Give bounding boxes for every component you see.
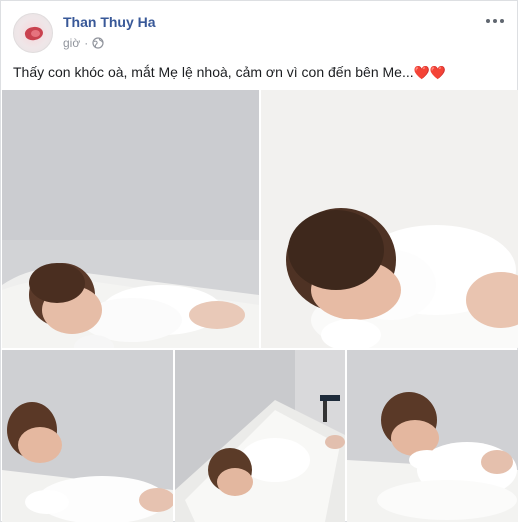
- baby-photo-4: [175, 350, 345, 522]
- facebook-post: Than Thuy Ha giờ · Thấy con khóc oà, mắt…: [0, 0, 518, 522]
- photo-1[interactable]: [2, 90, 259, 348]
- baby-photo-1: [2, 90, 259, 348]
- dot: [486, 19, 490, 23]
- dot: [500, 19, 504, 23]
- dot: [493, 19, 497, 23]
- avatar-image-highlight: [31, 30, 40, 37]
- globe-icon[interactable]: [92, 37, 104, 49]
- more-options-icon[interactable]: [483, 13, 507, 29]
- photo-2[interactable]: [261, 90, 518, 348]
- post-text: Thấy con khóc oà, mắt Mẹ lệ nhoà, cảm ơn…: [13, 63, 507, 82]
- baby-photo-5: [347, 350, 518, 522]
- photo-5[interactable]: [347, 350, 518, 522]
- meta-separator: ·: [84, 36, 89, 50]
- post-text-content: Thấy con khóc oà, mắt Mẹ lệ nhoà, cảm ơn…: [13, 64, 414, 80]
- post-time[interactable]: giờ: [63, 36, 80, 50]
- photo-4[interactable]: [175, 350, 345, 522]
- heart-emoji: ❤️❤️: [413, 65, 446, 80]
- avatar[interactable]: [13, 13, 53, 53]
- baby-photo-2: [261, 90, 518, 348]
- baby-photo-3: [2, 350, 173, 522]
- photo-3[interactable]: [2, 350, 173, 522]
- post-meta: giờ ·: [63, 36, 104, 50]
- author-name[interactable]: Than Thuy Ha: [63, 14, 156, 30]
